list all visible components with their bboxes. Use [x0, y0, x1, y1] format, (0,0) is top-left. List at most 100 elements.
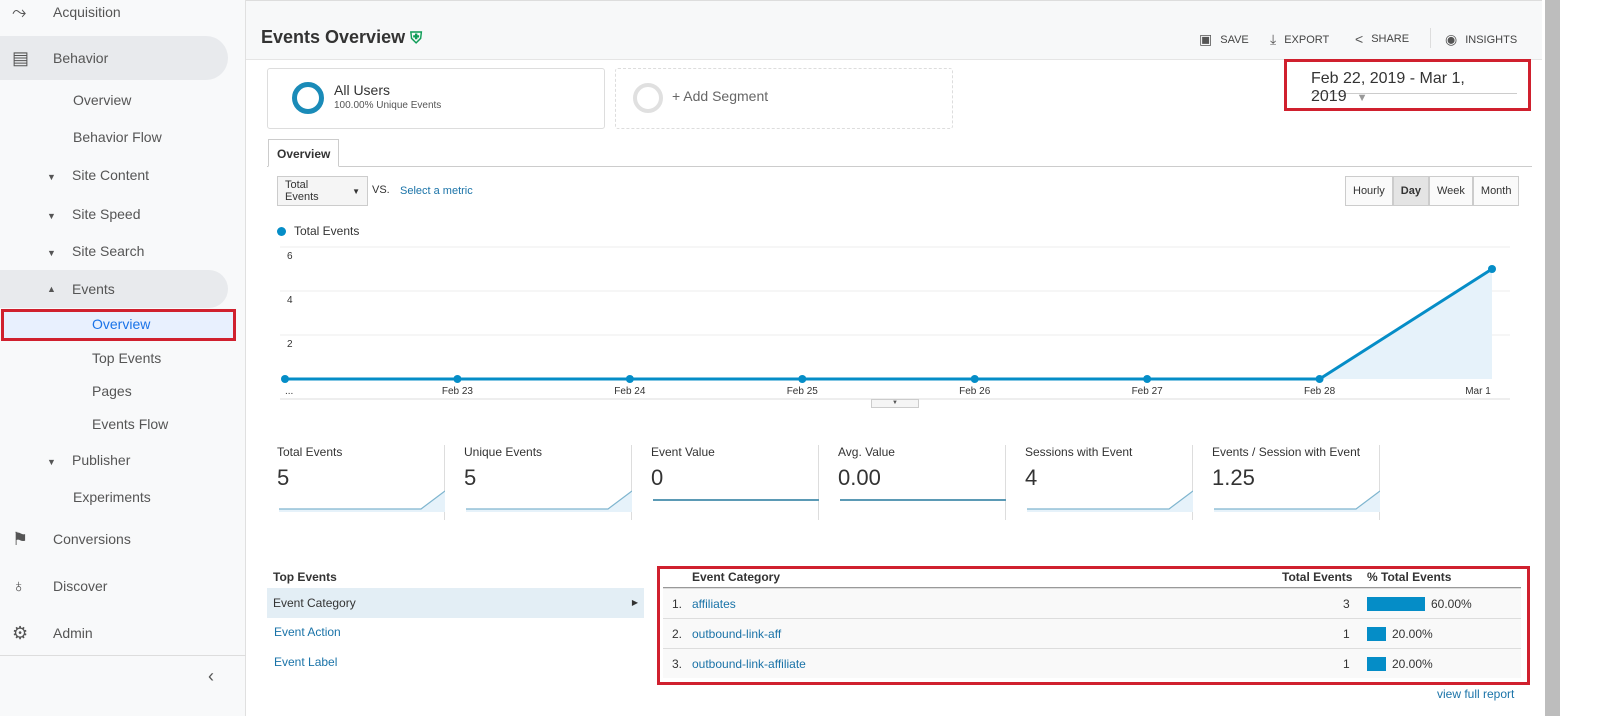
nav-top-events[interactable]: Top Events [92, 350, 161, 366]
data-point [1143, 375, 1152, 383]
scrollbar[interactable] [1545, 0, 1560, 716]
sparkline [653, 499, 819, 501]
scorecard-value: 5 [277, 465, 290, 490]
save-icon: ▣ [1199, 31, 1213, 47]
day-button[interactable]: Day [1392, 176, 1429, 206]
data-point [625, 375, 634, 383]
save-button[interactable]: ▣ SAVE [1199, 31, 1249, 48]
add-segment-button[interactable]: + Add Segment [615, 68, 953, 129]
data-point [453, 375, 462, 383]
chart-legend: Total Events [277, 224, 359, 238]
flag-icon: ⚑ [12, 528, 29, 549]
share-icon: < [1355, 31, 1364, 47]
metric-select[interactable]: Total Events ▼ [277, 176, 368, 206]
scorecard-label: Unique Events [464, 445, 543, 459]
nav-site-content[interactable]: ▼ Site Content [47, 167, 149, 183]
nav-events-flow[interactable]: Events Flow [92, 416, 168, 432]
week-button[interactable]: Week [1428, 176, 1473, 206]
data-point [798, 375, 807, 383]
gear-icon: ⚙ [12, 622, 29, 643]
data-point [1315, 375, 1324, 383]
x-tick-label: Feb 24 [614, 386, 646, 397]
scorecard[interactable]: Event Value 0 [632, 445, 819, 520]
highlight-box [1, 309, 236, 341]
x-tick-label: Mar 1 [1465, 386, 1491, 397]
export-button[interactable]: ⤓ EXPORT [1270, 31, 1329, 48]
nav-events[interactable]: ▲ Events [0, 270, 228, 308]
data-point [970, 375, 979, 383]
scorecard-value: 5 [464, 465, 477, 490]
segment-all-users[interactable]: All Users 100.00% Unique Events [267, 68, 605, 129]
nav-discover[interactable]: ♁ Discover [0, 564, 228, 608]
sidebar: ⤳ Acquisition ▤ Behavior Overview Behavior… [0, 0, 246, 716]
scorecard[interactable]: Total Events 5 [258, 445, 445, 520]
scorecard[interactable]: Unique Events 5 [445, 445, 632, 520]
chart-collapse-handle[interactable]: ▼ [871, 399, 919, 408]
scorecard-label: Total Events [277, 445, 343, 459]
scorecard-value: 0 [651, 465, 664, 490]
nav-behavior-overview[interactable]: Overview [73, 92, 131, 108]
y-tick-label: 6 [287, 251, 293, 262]
nav-site-speed[interactable]: ▼ Site Speed [47, 206, 141, 222]
empty-segment-icon [633, 83, 663, 113]
sparkline [279, 490, 445, 512]
share-button[interactable]: < SHARE [1355, 31, 1409, 47]
highlight-box [1284, 59, 1531, 111]
acquisition-icon: ⤳ [12, 1, 27, 22]
insights-button[interactable]: ◉ INSIGHTS [1445, 31, 1517, 48]
scorecard-label: Events / Session with Event [1212, 445, 1361, 459]
scorecard-label: Avg. Value [838, 445, 895, 459]
sparkline [1027, 490, 1193, 512]
page-title: Events Overview ⛨ [261, 27, 423, 47]
nav-conversions[interactable]: ⚑ Conversions [0, 517, 228, 561]
caret-down-icon: ▼ [47, 172, 56, 182]
select-metric-link[interactable]: Select a metric [400, 185, 473, 197]
nav-acquisition[interactable]: ⤳ Acquisition [0, 0, 228, 34]
granularity-toggle: Hourly Day Week Month [1345, 176, 1520, 206]
top-events-event-label[interactable]: Event Label [274, 655, 337, 669]
sparkline [466, 490, 632, 512]
nav-pages[interactable]: Pages [92, 383, 132, 399]
insights-icon: ◉ [1445, 31, 1458, 47]
scorecard-label: Event Value [651, 445, 715, 459]
caret-down-icon: ▼ [47, 457, 56, 467]
nav-publisher[interactable]: ▼ Publisher [47, 452, 130, 468]
lightbulb-icon: ♁ [12, 575, 26, 596]
behavior-icon: ▤ [12, 47, 30, 68]
segment-donut-icon [292, 82, 324, 114]
nav-behavior-flow[interactable]: Behavior Flow [73, 129, 162, 145]
x-tick-label: Feb 25 [787, 386, 819, 397]
nav-behavior[interactable]: ▤ Behavior [0, 36, 228, 80]
scorecard[interactable]: Events / Session with Event 1.25 [1193, 445, 1380, 520]
nav-site-search[interactable]: ▼ Site Search [47, 243, 144, 259]
x-tick-label: Feb 27 [1132, 386, 1164, 397]
month-button[interactable]: Month [1472, 176, 1520, 206]
y-tick-label: 4 [287, 295, 293, 306]
top-events-title: Top Events [273, 570, 643, 589]
x-tick-label: ... [285, 386, 293, 397]
y-tick-label: 2 [287, 339, 293, 350]
chevron-left-icon[interactable]: ‹ [208, 666, 214, 687]
x-tick-label: Feb 28 [1304, 386, 1336, 397]
hourly-button[interactable]: Hourly [1345, 176, 1393, 206]
legend-dot-icon [277, 226, 286, 236]
caret-up-icon: ▲ [47, 284, 56, 294]
series-line [285, 267, 1493, 381]
tab-overview[interactable]: Overview [268, 139, 339, 167]
caret-down-icon: ▼ [47, 248, 56, 258]
report-header [246, 0, 1542, 60]
top-events-event-action[interactable]: Event Action [274, 625, 341, 639]
scorecard[interactable]: Avg. Value 0.00 [819, 445, 1006, 520]
nav-admin[interactable]: ⚙ Admin [0, 611, 228, 655]
scorecard[interactable]: Sessions with Event 4 [1006, 445, 1193, 520]
dropdown-arrow-icon: ▼ [352, 186, 360, 196]
view-full-report-link[interactable]: view full report [1437, 687, 1514, 701]
nav-experiments[interactable]: Experiments [73, 489, 151, 505]
data-point [1488, 265, 1496, 273]
sparkline [1214, 490, 1380, 512]
caret-down-icon: ▼ [47, 211, 56, 221]
scorecard-label: Sessions with Event [1025, 445, 1133, 459]
top-events-event-category[interactable]: Event Category ▶ [267, 588, 644, 618]
scorecard-value: 0.00 [838, 465, 881, 490]
data-point [281, 375, 289, 383]
